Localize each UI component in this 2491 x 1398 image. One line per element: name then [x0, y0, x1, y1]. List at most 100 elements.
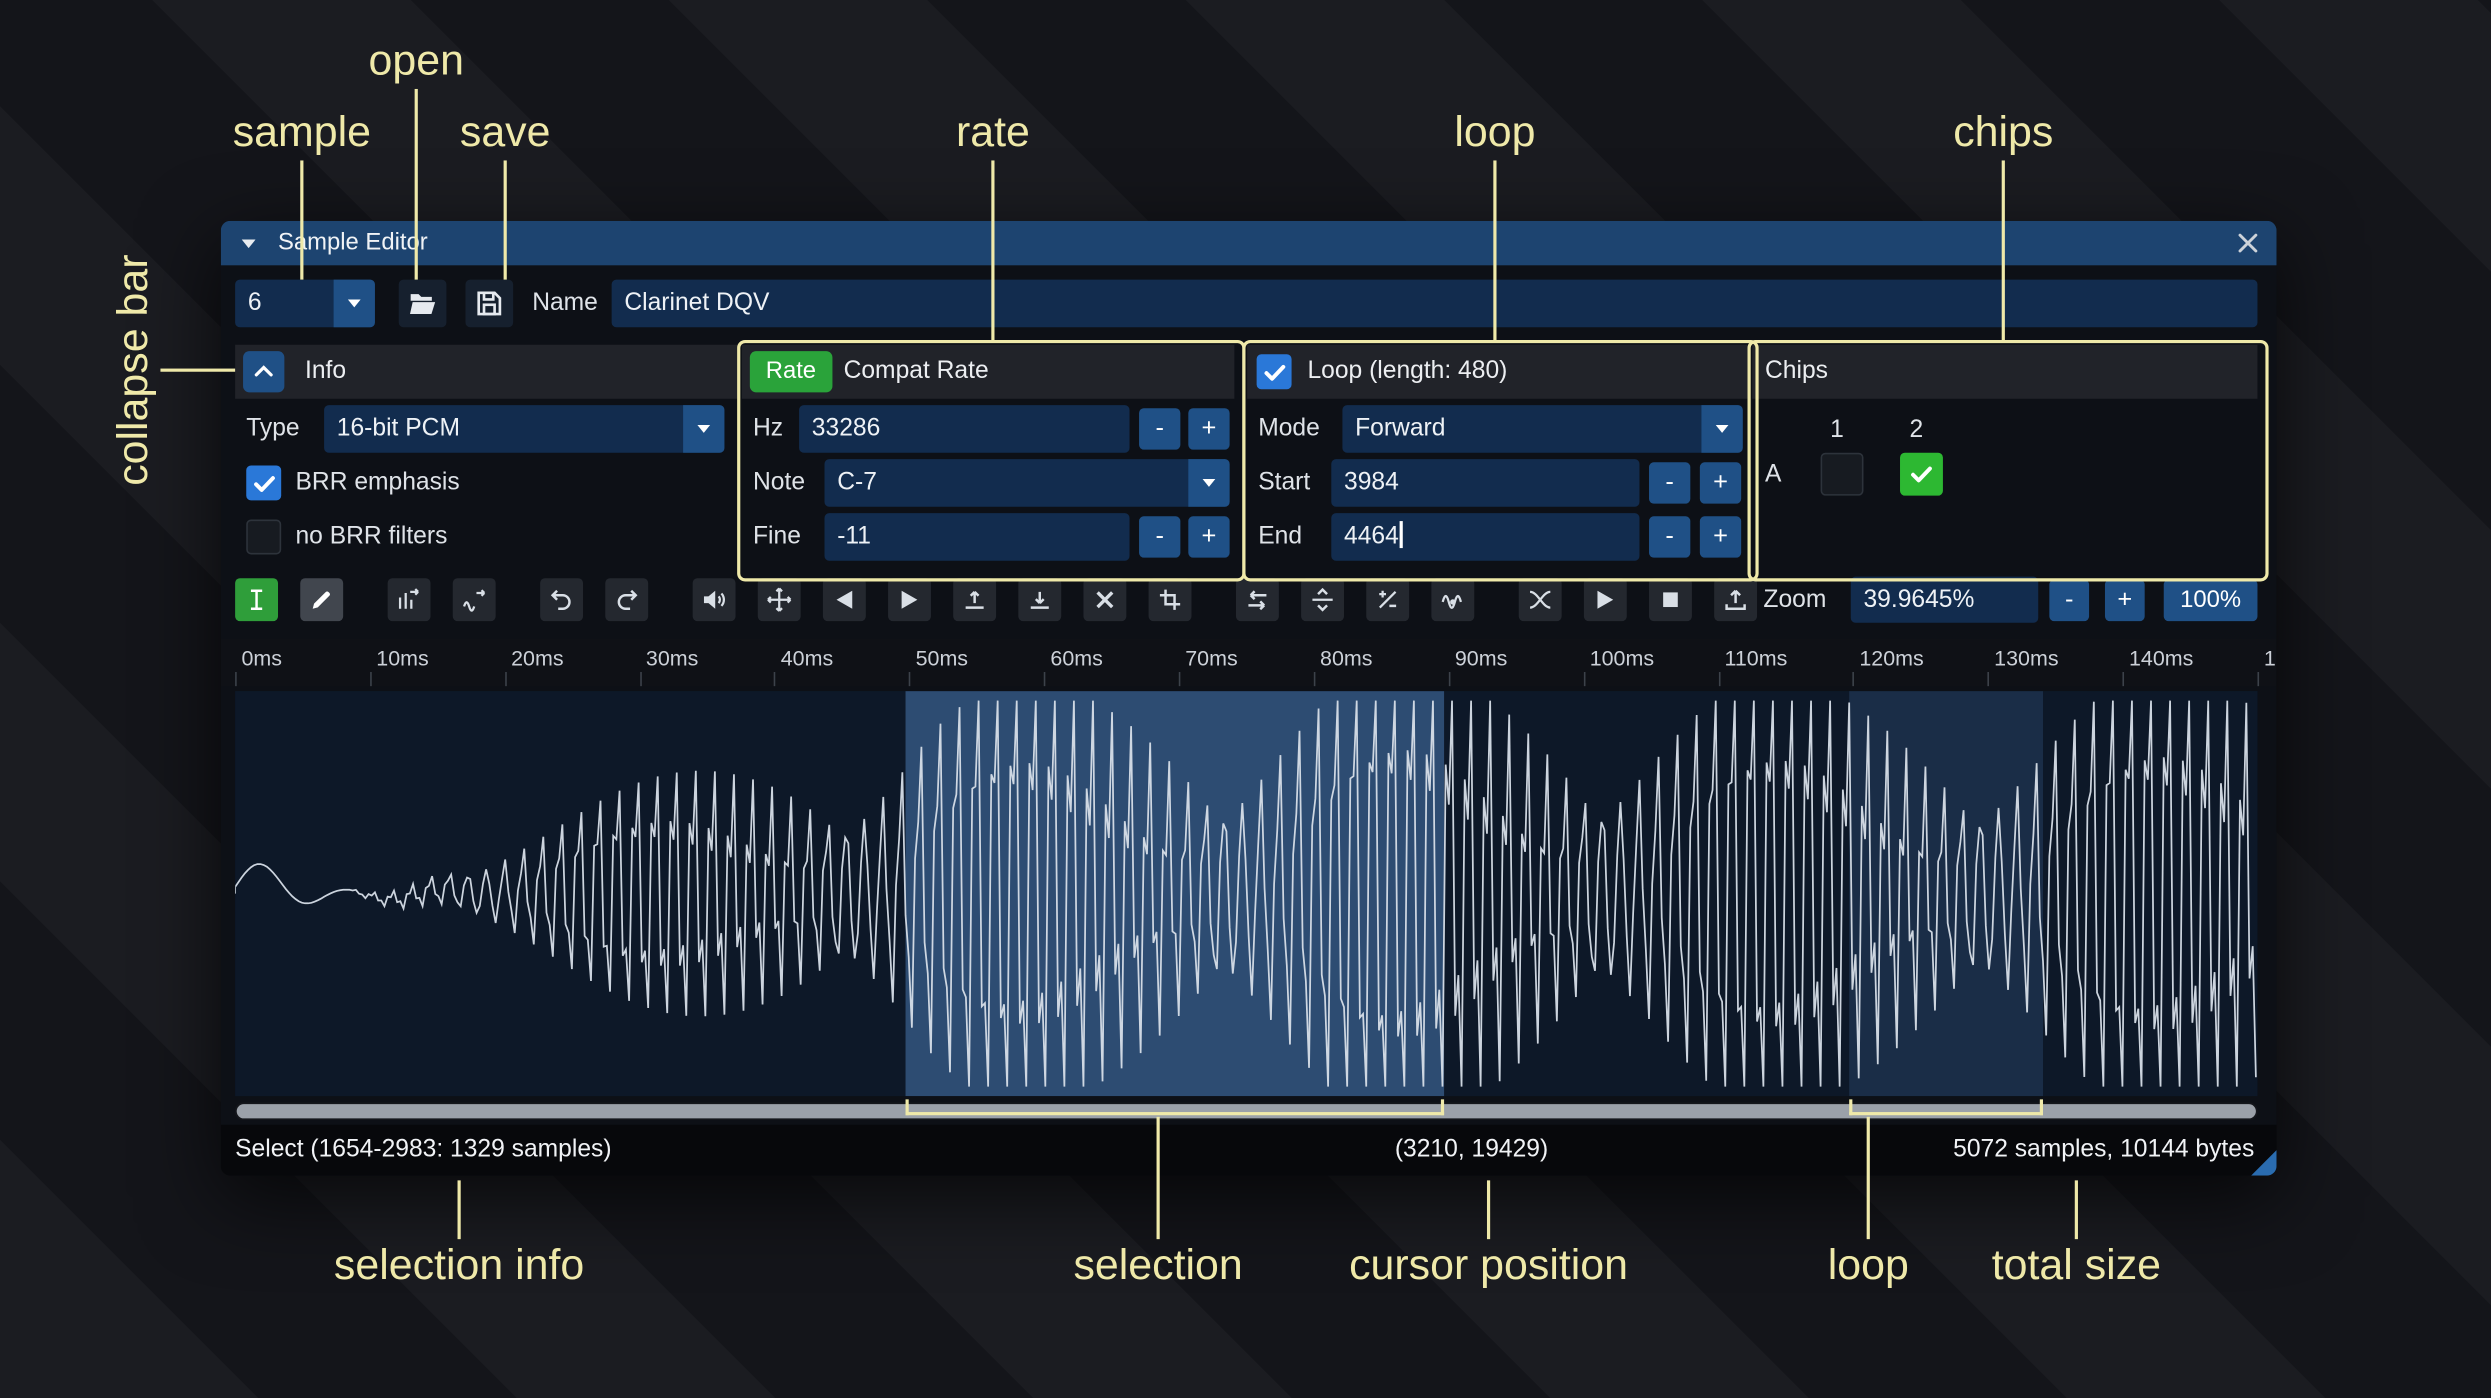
resize-button[interactable] — [387, 578, 431, 622]
import-button[interactable] — [1714, 578, 1758, 622]
window-resize-grip[interactable] — [2251, 1150, 2277, 1176]
chip-column-1: 1 — [1830, 416, 1844, 444]
loop-mode-value: Forward — [1355, 414, 1446, 442]
loop-start-plus-button[interactable]: + — [1699, 462, 1742, 504]
i-beam-icon — [243, 586, 270, 613]
loop-end-input[interactable]: 4464 — [1331, 513, 1640, 561]
zoom-input[interactable]: 39.9645% — [1850, 576, 2039, 623]
apply-silence-icon — [1026, 586, 1053, 613]
zoom-in-button[interactable]: + — [2104, 579, 2145, 622]
trim-button[interactable] — [1148, 578, 1192, 622]
normalize-button[interactable] — [757, 578, 801, 622]
fade-in-button[interactable] — [822, 578, 866, 622]
ruler-tick — [369, 671, 372, 687]
ruler-label: 130ms — [1994, 646, 2059, 671]
upload-icon — [1722, 586, 1749, 613]
insert-silence-button[interactable] — [953, 578, 997, 622]
apply-silence-button[interactable] — [1018, 578, 1062, 622]
open-sample-button[interactable] — [398, 279, 447, 328]
tab-rate[interactable]: Rate — [749, 351, 832, 393]
zoom-out-button[interactable]: - — [2049, 579, 2090, 622]
check-icon — [250, 469, 277, 496]
crossfade-button[interactable] — [1518, 578, 1562, 622]
normalize-icon — [766, 586, 793, 613]
invert-button[interactable] — [1301, 578, 1344, 622]
loop-checkbox[interactable] — [1256, 354, 1292, 390]
brr-emphasis-label: BRR emphasis — [295, 468, 460, 496]
chevron-down-icon — [1701, 405, 1743, 453]
close-icon[interactable] — [2232, 227, 2264, 259]
sample-number-combo[interactable]: 6 — [235, 279, 375, 328]
fine-minus-button[interactable]: - — [1139, 516, 1181, 558]
status-selection-info: Select (1654-2983: 1329 samples) — [235, 1135, 612, 1163]
name-input[interactable]: Clarinet DQV — [611, 279, 2258, 328]
loop-start-input[interactable]: 3984 — [1331, 459, 1640, 507]
sign-button[interactable] — [1366, 578, 1410, 622]
note-combo[interactable]: C-7 — [824, 459, 1230, 507]
annotation-line-total-size — [2074, 1180, 2079, 1240]
select-mode-button[interactable] — [235, 578, 279, 622]
stop-button[interactable] — [1649, 578, 1692, 622]
sign-icon — [1374, 586, 1401, 613]
play-icon — [1592, 586, 1619, 613]
fine-plus-button[interactable]: + — [1188, 516, 1230, 558]
note-label: Note — [753, 468, 806, 496]
annotation-selection: selection — [1073, 1240, 1243, 1289]
draw-mode-button[interactable] — [300, 578, 344, 622]
ruler-label: 10ms — [376, 646, 429, 671]
filter-button[interactable] — [1431, 578, 1475, 622]
window-collapse-icon[interactable] — [238, 234, 259, 255]
reverse-button[interactable] — [1235, 578, 1279, 622]
chip-1-checkbox[interactable] — [1820, 452, 1864, 496]
annotation-chips: chips — [1953, 108, 2054, 156]
info-panel-header: Info — [235, 344, 741, 399]
save-sample-button[interactable] — [465, 279, 514, 328]
resample-button[interactable] — [452, 578, 496, 622]
amplify-button[interactable] — [692, 578, 736, 622]
undo-button[interactable] — [540, 578, 584, 622]
reverse-icon — [1244, 586, 1271, 613]
redo-button[interactable] — [605, 578, 649, 622]
note-value: C-7 — [837, 468, 877, 496]
no-brr-filters-checkbox[interactable] — [246, 519, 282, 555]
annotation-collapse-bar: collapse bar — [108, 254, 157, 486]
hz-input[interactable]: 33286 — [799, 405, 1130, 453]
chip-2-checkbox[interactable] — [1900, 452, 1943, 496]
pencil-icon — [308, 586, 335, 613]
loop-end-label: End — [1258, 522, 1303, 550]
brr-emphasis-checkbox[interactable] — [246, 465, 282, 501]
loop-bracket — [1848, 1099, 2044, 1116]
ruler-label: 90ms — [1454, 646, 1508, 671]
ruler-tick — [1313, 671, 1316, 687]
loop-end-plus-button[interactable]: + — [1699, 516, 1742, 558]
hz-minus-button[interactable]: - — [1139, 408, 1181, 450]
loop-mode-combo[interactable]: Forward — [1342, 405, 1743, 453]
zoom-reset-button[interactable]: 100% — [2163, 579, 2258, 622]
annotation-open: open — [368, 36, 464, 85]
loop-end-minus-button[interactable]: - — [1649, 516, 1691, 558]
check-icon — [1908, 461, 1935, 488]
type-combo[interactable]: 16-bit PCM — [324, 405, 725, 453]
titlebar[interactable]: Sample Editor — [220, 220, 2277, 266]
redo-icon — [613, 586, 640, 613]
fine-input[interactable]: -11 — [824, 513, 1130, 561]
annotation-line-rate — [990, 160, 995, 342]
annotation-line-loop-bottom — [1866, 1116, 1871, 1240]
loop-start-minus-button[interactable]: - — [1649, 462, 1691, 504]
fade-out-button[interactable] — [888, 578, 931, 622]
chevron-down-icon — [333, 279, 375, 328]
delete-button[interactable] — [1083, 578, 1127, 622]
zoom-label: Zoom — [1763, 586, 1827, 614]
waveform-display[interactable] — [235, 691, 2258, 1097]
rate-panel: Rate Compat Rate Hz 33286 - + Note C-7 F… — [741, 344, 1235, 571]
ruler-tick — [1448, 671, 1451, 687]
crossfade-icon — [1527, 586, 1554, 613]
preview-button[interactable] — [1583, 578, 1627, 622]
chevron-down-icon — [1188, 459, 1230, 507]
tab-compat-rate[interactable]: Compat Rate — [844, 345, 989, 399]
collapse-info-button[interactable] — [243, 351, 285, 393]
loop-panel: Loop (length: 480) Mode Forward Start 39… — [1247, 344, 1748, 571]
annotation-line-cursor-position — [1486, 1180, 1491, 1240]
annotation-line-save — [503, 160, 508, 280]
hz-plus-button[interactable]: + — [1188, 408, 1230, 450]
